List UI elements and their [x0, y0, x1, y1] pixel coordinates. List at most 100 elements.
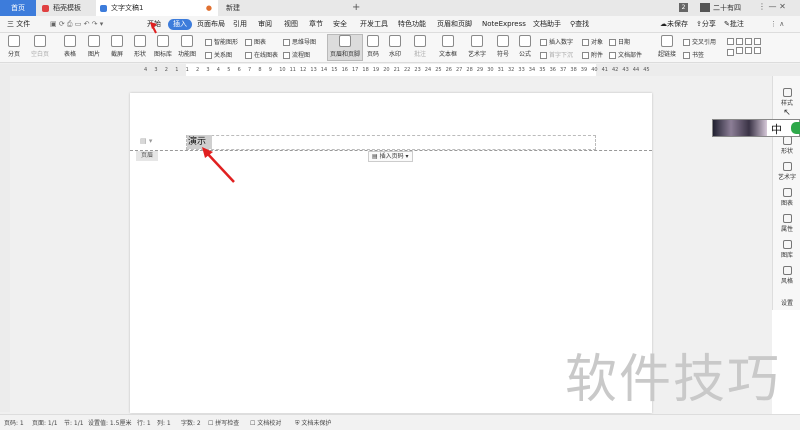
page-break-button[interactable]: 分页 [4, 35, 24, 58]
proofread-button[interactable]: ☐ 文档校对 [250, 418, 281, 427]
doc-part-button[interactable]: 文档部件 [609, 50, 642, 59]
tab-count-badge[interactable]: 2 [679, 3, 688, 12]
screenshot-button[interactable]: 截屏 [107, 35, 127, 58]
panel-shape[interactable]: 形状 [776, 136, 798, 155]
menu-section[interactable]: 章节 [309, 16, 323, 33]
panel-style[interactable]: 样式 [776, 88, 798, 107]
online-chart-button[interactable]: 在线图表 [245, 50, 278, 59]
bookmark-button[interactable]: 书签 [683, 50, 704, 59]
menu-noteexpress[interactable]: NoteExpress [482, 16, 526, 33]
unsaved-button[interactable]: ☁未保存 [660, 16, 688, 33]
quick-access-icons[interactable]: ▣ ⟳ ⎙ ▭ ↶ ↷ ▾ [50, 16, 103, 33]
header-area[interactable] [186, 135, 596, 150]
panel-gallery[interactable]: 图库 [776, 240, 798, 259]
status-words[interactable]: 字数: 2 [181, 418, 201, 427]
panel-chart[interactable]: 图表 [776, 188, 798, 207]
menu-doc-assistant[interactable]: 文档助手 [533, 16, 561, 33]
func-chart-button[interactable]: 功能图 [176, 35, 198, 58]
ruler-tick: 30 [487, 67, 494, 73]
more-menu-icons[interactable]: ⋮ ∧ [770, 16, 784, 33]
formula-label: 公式 [518, 51, 531, 58]
symbol-button[interactable]: 符号 [494, 35, 512, 58]
status-page[interactable]: 页码: 1 [4, 418, 24, 427]
ime-status-icon[interactable] [791, 122, 800, 134]
mind-map-button[interactable]: 思维导图 [283, 37, 316, 46]
add-tab-icon[interactable]: + [352, 2, 360, 13]
chart-button[interactable]: 图表 [245, 37, 266, 46]
status-row[interactable]: 行: 1 [137, 418, 151, 427]
menu-header-footer[interactable]: 页眉和页脚 [437, 16, 472, 33]
art-text-button[interactable]: 艺术字 [464, 35, 490, 58]
menu-layout[interactable]: 页面布局 [197, 16, 225, 33]
avatar[interactable] [700, 3, 710, 12]
status-setting[interactable]: 设置值: 1.5厘米 [88, 418, 131, 427]
share-button[interactable]: ⇪分享 [696, 16, 716, 33]
header-selected-text[interactable]: 演示 [187, 135, 212, 149]
icon-lib-button[interactable]: 图标库 [152, 35, 174, 58]
menu-dev-tools[interactable]: 开发工具 [360, 16, 388, 33]
doc-part-icon [609, 52, 616, 59]
chevron-down-icon: ▾ [403, 153, 409, 160]
file-menu[interactable]: 三 文件 [7, 16, 30, 33]
shape-button[interactable]: 形状 [130, 35, 150, 58]
protect-button[interactable]: ⛨ 文档未保护 [295, 418, 331, 428]
flow-chart-button[interactable]: 流程图 [283, 50, 310, 59]
ruler-tick: 2 [196, 67, 200, 73]
smart-shape-button[interactable]: 智能图形 [205, 37, 238, 46]
formula-button[interactable]: 公式 [516, 35, 534, 58]
menu-features[interactable]: 特色功能 [398, 16, 426, 33]
search-menu[interactable]: ⚲查找 [570, 16, 589, 33]
object-button[interactable]: 对象 [582, 37, 603, 46]
annotation-button[interactable]: 批注 [410, 35, 430, 58]
insert-num-button[interactable]: 插入数字 [540, 37, 573, 46]
tab-template[interactable]: 稻壳模板 [38, 0, 94, 16]
menu-start[interactable]: 开始 [147, 16, 161, 33]
menu-view[interactable]: 视图 [284, 16, 298, 33]
attachment-button[interactable]: 附件 [582, 50, 603, 59]
ruler-tick: 31 [497, 67, 504, 73]
ruler-tick: 39 [580, 67, 588, 73]
comment-button[interactable]: ✎批注 [724, 16, 744, 33]
first-sink-button[interactable]: 首字下沉 [540, 50, 573, 59]
picture-button[interactable]: 图片 [84, 35, 104, 58]
panel-settings[interactable]: 设置 [776, 298, 798, 307]
close-icon[interactable]: ● [206, 4, 212, 12]
date-icon [609, 39, 616, 46]
panel-select[interactable]: ↖ [776, 108, 798, 118]
hyperlink-button[interactable]: 超链接 [656, 35, 678, 58]
tab-new[interactable]: 新建 [222, 0, 272, 16]
date-button[interactable]: 日期 [609, 37, 630, 46]
status-section[interactable]: 节: 1/1 [64, 418, 84, 427]
textbox-button[interactable]: 文本框 [437, 35, 459, 58]
menu-security[interactable]: 安全 [333, 16, 347, 33]
watermark-label: 水印 [388, 51, 401, 58]
page-num-button[interactable]: 页码 [364, 35, 382, 58]
tab-home[interactable]: 首页 [0, 0, 36, 16]
relation-button[interactable]: 关系图 [205, 50, 232, 59]
ime-mode-label[interactable]: 中 [771, 121, 782, 137]
menu-review[interactable]: 审阅 [258, 16, 272, 33]
user-name[interactable]: 二十有四 [713, 3, 741, 13]
insert-page-num-button[interactable]: ▤ 插入页码 ▾ [368, 151, 413, 162]
extra-icon [727, 37, 734, 45]
spell-check-button[interactable]: ☐ 拼写检查 [208, 418, 239, 427]
smart-shape-label: 智能图形 [214, 39, 239, 46]
vertical-ruler[interactable] [0, 76, 10, 412]
watermark-button[interactable]: 水印 [385, 35, 405, 58]
panel-art[interactable]: 艺术字 [776, 162, 798, 181]
table-button[interactable]: 表格 [60, 35, 80, 58]
menu-insert[interactable]: 插入 [168, 19, 192, 30]
ime-toolbar[interactable]: 中 [712, 119, 800, 137]
tab-document[interactable]: 文字文稿1 ● [96, 0, 218, 16]
header-options-icon[interactable]: ▤ ▾ [140, 137, 152, 145]
status-col[interactable]: 列: 1 [157, 418, 171, 427]
panel-style2[interactable]: 风格 [776, 266, 798, 285]
menu-reference[interactable]: 引用 [233, 16, 247, 33]
status-pages[interactable]: 页面: 1/1 [32, 418, 58, 427]
ribbon-extra-icons[interactable] [727, 37, 795, 59]
window-controls[interactable]: ⋮ — ✕ [758, 2, 786, 11]
horizontal-ruler[interactable]: 4 3 2 1 1 2 3 4 5 6 7 8 9 10 11 12 13 14 15 16 17 18 19 20 21 22 2… [130, 64, 652, 76]
blank-page-button[interactable]: 空白页 [28, 35, 52, 58]
panel-property[interactable]: 属性 [776, 214, 798, 233]
cross-ref-button[interactable]: 交叉引用 [683, 37, 716, 46]
